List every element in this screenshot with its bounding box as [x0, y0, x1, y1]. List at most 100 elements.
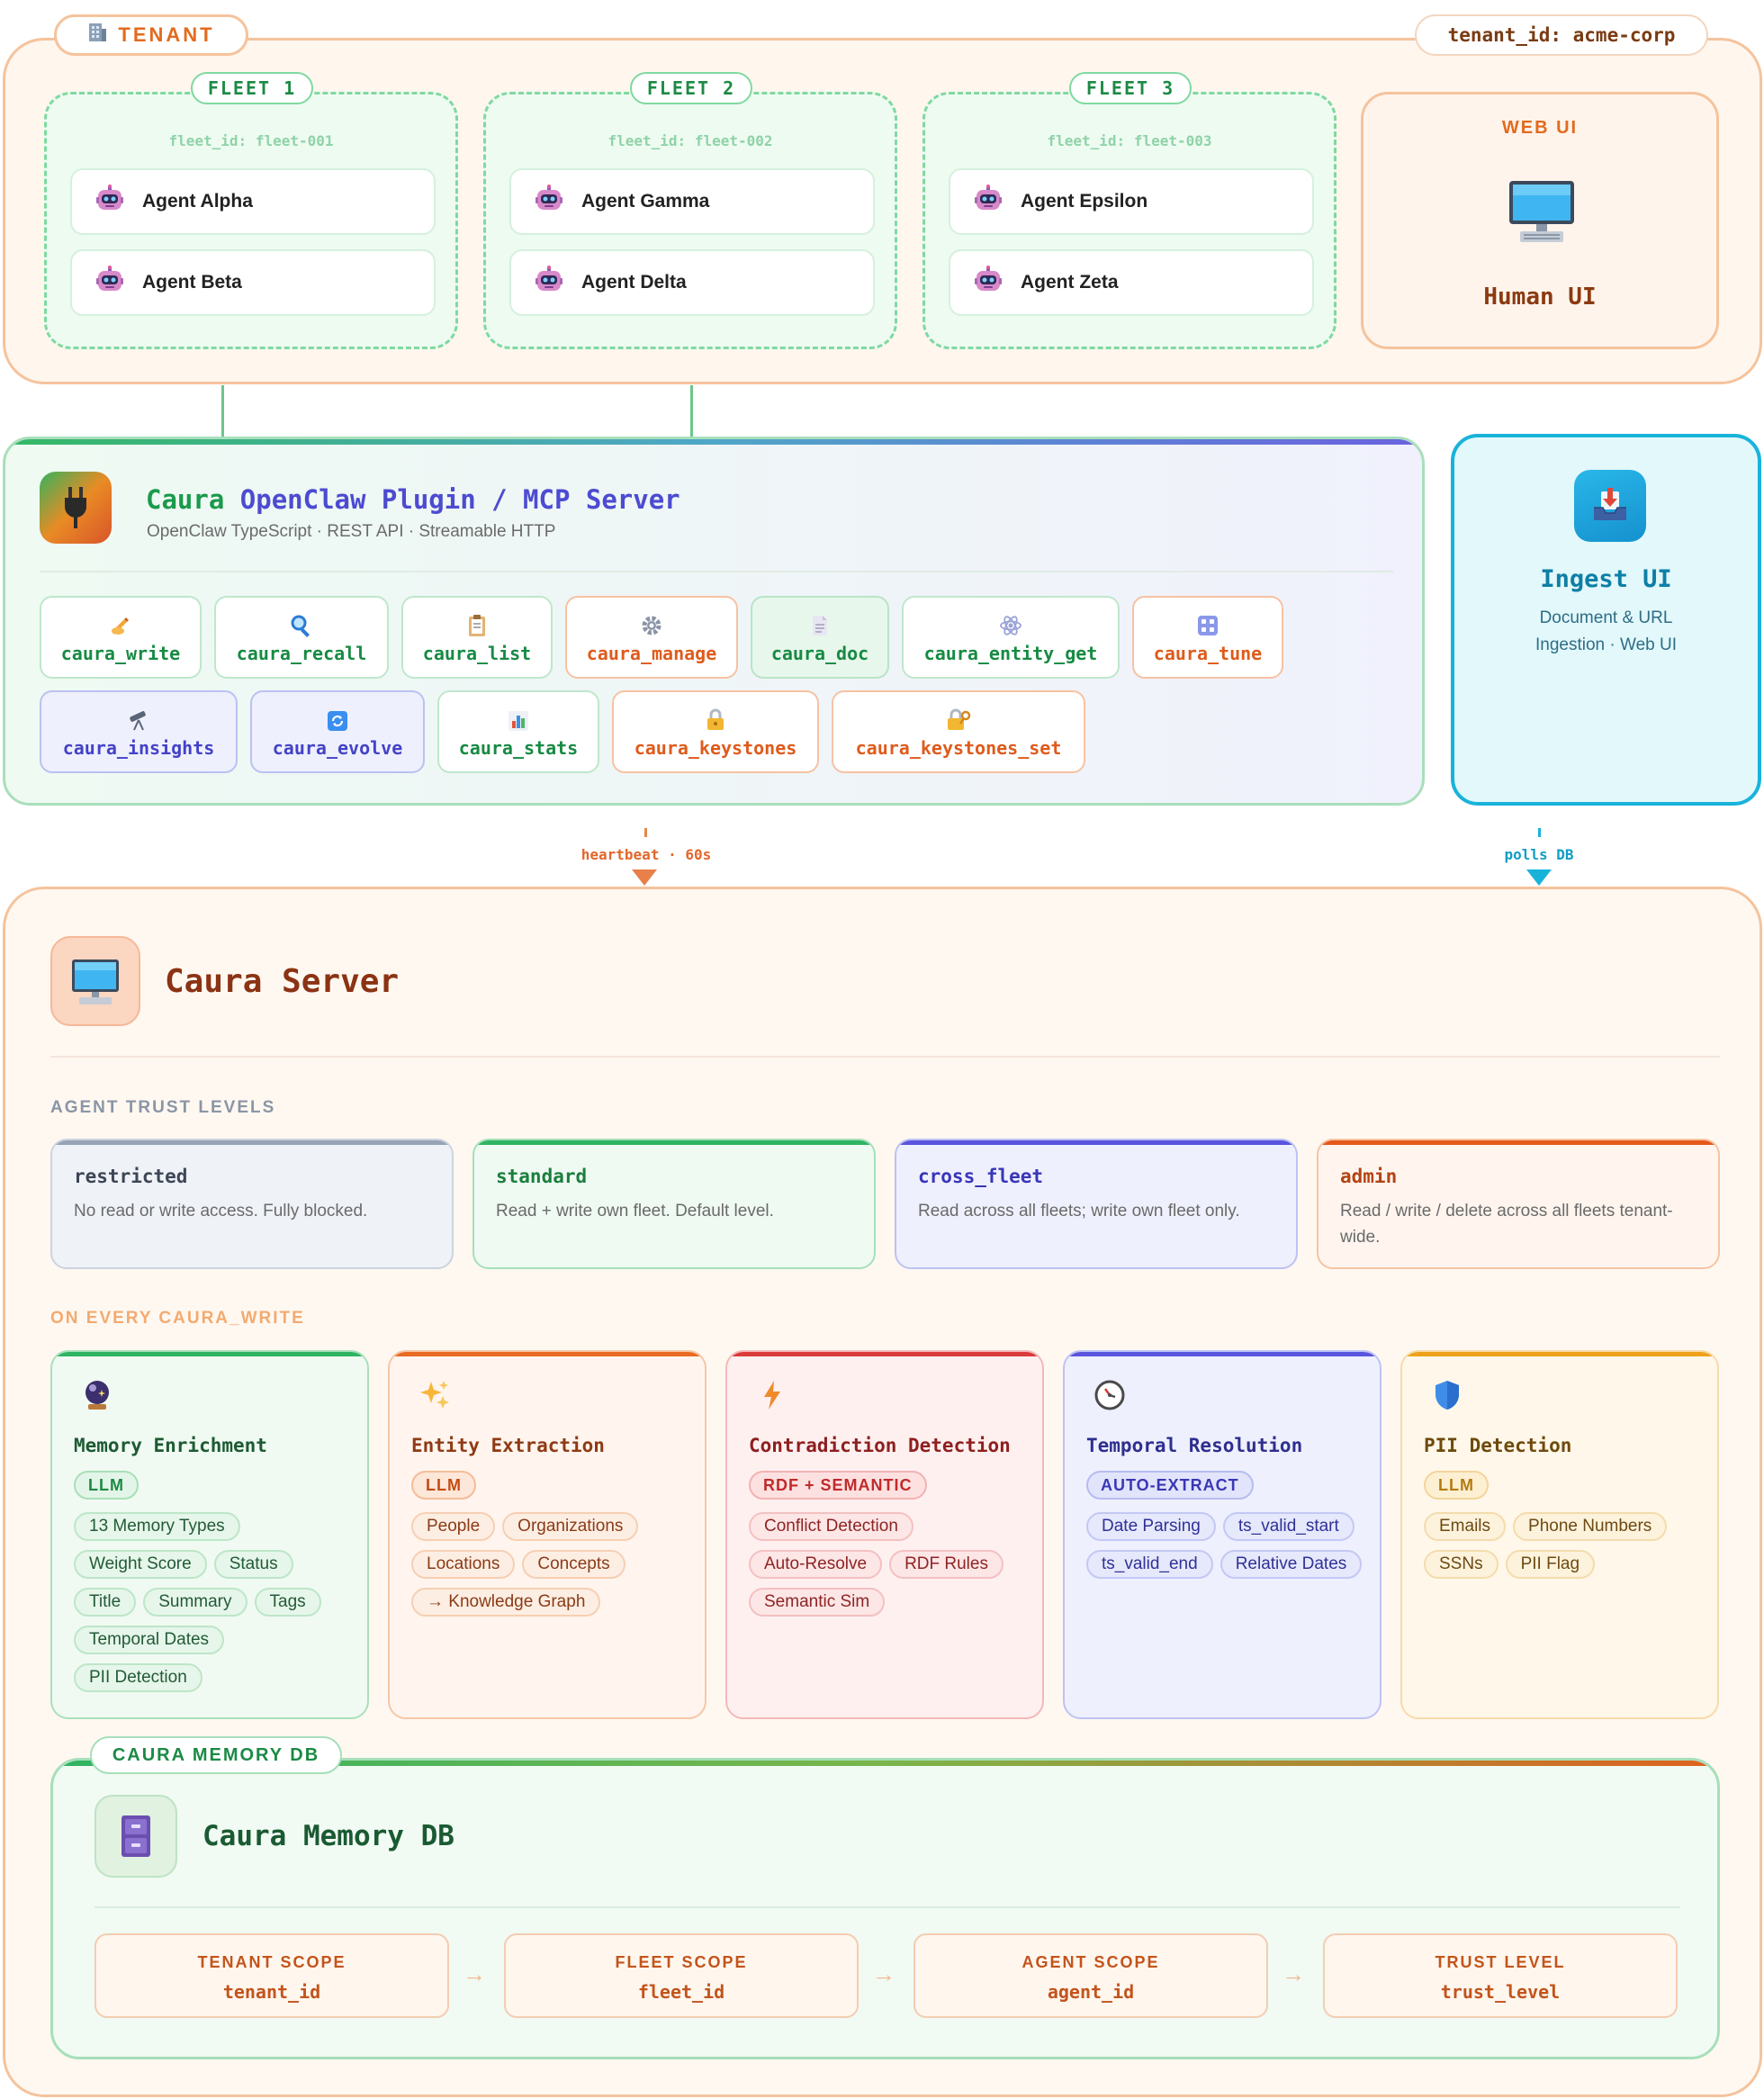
- tool-label: caura_tune: [1153, 643, 1263, 664]
- tag: Title: [74, 1588, 137, 1617]
- trust-level-standard[interactable]: standard Read + write own fleet. Default…: [472, 1139, 876, 1269]
- telescope-icon: [127, 705, 150, 732]
- lightning-icon: [754, 1377, 790, 1413]
- accent-bar: [1402, 1352, 1717, 1356]
- process-tags: People Organizations Locations Concepts …: [411, 1512, 692, 1617]
- process-name: PII Detection: [1424, 1435, 1572, 1456]
- process-name: Memory Enrichment: [74, 1435, 267, 1456]
- plugin-panel: Caura OpenClaw Plugin / MCP Server OpenC…: [3, 437, 1425, 806]
- tag: RDF Rules: [889, 1550, 1004, 1579]
- process-contradiction-detection[interactable]: Contradiction Detection RDF + SEMANTIC C…: [725, 1350, 1044, 1719]
- agent-card[interactable]: Agent Epsilon: [949, 168, 1314, 235]
- tag: Relative Dates: [1220, 1550, 1363, 1579]
- tag: Emails: [1424, 1512, 1507, 1541]
- robot-icon: [95, 185, 124, 219]
- process-badge: LLM: [411, 1471, 476, 1500]
- trust-level-cross-fleet[interactable]: cross_fleet Read across all fleets; writ…: [895, 1139, 1298, 1269]
- tenant-id-badge: tenant_id: acme-corp: [1415, 14, 1708, 56]
- fleet-1-box: fleet_id: fleet-001 Agent Alpha Agent Be…: [44, 92, 458, 349]
- trust-level-description: Read / write / delete across all fleets …: [1340, 1202, 1673, 1247]
- refresh-icon: [327, 705, 348, 732]
- db-label: CAURA MEMORY DB: [90, 1736, 342, 1774]
- ingest-ui-panel[interactable]: Ingest UI Document & URL Ingestion · Web…: [1451, 434, 1761, 806]
- tool-caura-doc[interactable]: caura_doc: [751, 596, 889, 679]
- inbox-tray-icon: [1574, 470, 1646, 542]
- scope-tenant[interactable]: TENANT SCOPE tenant_id: [94, 1933, 449, 2018]
- robot-icon: [95, 266, 124, 300]
- fleet-3-box: fleet_id: fleet-003 Agent Epsilon Agent …: [922, 92, 1336, 349]
- agent-card[interactable]: Agent Gamma: [509, 168, 875, 235]
- divider: [94, 1906, 1680, 1908]
- accent-bar: [1065, 1352, 1380, 1356]
- robot-icon: [974, 185, 1003, 219]
- divider: [50, 1056, 1720, 1058]
- agent-name: Agent Delta: [581, 272, 687, 293]
- plugin-subtitle: OpenClaw TypeScript · REST API · Streama…: [147, 522, 556, 541]
- web-ui-box[interactable]: WEB UI Human UI: [1361, 92, 1719, 349]
- tool-caura-list[interactable]: caura_list: [401, 596, 553, 679]
- scope-heading: FLEET SCOPE: [615, 1953, 748, 1971]
- tool-caura-entity-get[interactable]: caura_entity_get: [902, 596, 1120, 679]
- grid-icon: [1196, 610, 1220, 637]
- tag: Date Parsing: [1086, 1512, 1216, 1541]
- agent-card[interactable]: Agent Beta: [70, 249, 436, 316]
- process-tags: Date Parsing ts_valid_start ts_valid_end…: [1086, 1512, 1367, 1579]
- process-temporal-resolution[interactable]: Temporal Resolution AUTO-EXTRACT Date Pa…: [1063, 1350, 1382, 1719]
- process-entity-extraction[interactable]: Entity Extraction LLM People Organizatio…: [388, 1350, 706, 1719]
- tenant-label-text: TENANT: [118, 23, 215, 46]
- memory-db-panel: Caura Memory DB TENANT SCOPE tenant_id →…: [50, 1758, 1720, 2059]
- tag: ts_valid_start: [1222, 1512, 1354, 1541]
- tool-caura-tune[interactable]: caura_tune: [1132, 596, 1283, 679]
- tag: Conflict Detection: [749, 1512, 914, 1541]
- tool-label: caura_evolve: [272, 737, 403, 759]
- agent-card[interactable]: Agent Zeta: [949, 249, 1314, 316]
- agent-card[interactable]: Agent Delta: [509, 249, 875, 316]
- robot-icon: [974, 266, 1003, 300]
- process-badge: LLM: [74, 1471, 139, 1500]
- agent-card[interactable]: Agent Alpha: [70, 168, 436, 235]
- bar-chart-icon: [508, 705, 529, 732]
- tag: Status: [213, 1550, 293, 1579]
- writing-hand-icon: [109, 610, 132, 637]
- trust-level-name: restricted: [74, 1166, 188, 1187]
- divider: [40, 571, 1394, 572]
- tool-label: caura_write: [60, 643, 181, 664]
- tool-caura-manage[interactable]: caura_manage: [565, 596, 738, 679]
- tag: PII Flag: [1505, 1550, 1596, 1579]
- process-memory-enrichment[interactable]: Memory Enrichment LLM 13 Memory Types We…: [50, 1350, 369, 1719]
- tool-caura-keystones[interactable]: caura_keystones: [612, 690, 819, 773]
- tool-label: caura_list: [422, 643, 532, 664]
- tool-caura-insights[interactable]: caura_insights: [40, 690, 238, 773]
- tool-caura-stats[interactable]: caura_stats: [437, 690, 599, 773]
- scope-fleet[interactable]: FLEET SCOPE fleet_id: [504, 1933, 859, 2018]
- tag: Tags: [254, 1588, 321, 1617]
- plugin-title: Caura OpenClaw Plugin / MCP Server: [146, 484, 680, 515]
- tool-label: caura_keystones_set: [855, 737, 1062, 759]
- agent-name: Agent Beta: [142, 272, 242, 293]
- tool-caura-keystones-set[interactable]: caura_keystones_set: [832, 690, 1085, 773]
- tool-caura-write[interactable]: caura_write: [40, 596, 202, 679]
- building-icon: [87, 22, 107, 49]
- trust-level-name: cross_fleet: [918, 1166, 1044, 1187]
- tool-label: caura_manage: [586, 643, 717, 664]
- arrow-right-icon: →: [463, 1960, 486, 1987]
- ingest-description: Document & URL Ingestion · Web UI: [1454, 605, 1758, 659]
- fleet-2-label: FLEET 2: [630, 72, 752, 104]
- write-section-heading: ON EVERY CAURA_WRITE: [50, 1309, 305, 1328]
- scope-trust-level[interactable]: TRUST LEVEL trust_level: [1323, 1933, 1678, 2018]
- trust-level-admin[interactable]: admin Read / write / delete across all f…: [1317, 1139, 1720, 1269]
- process-badge: RDF + SEMANTIC: [749, 1471, 927, 1500]
- scope-agent[interactable]: AGENT SCOPE agent_id: [914, 1933, 1268, 2018]
- agent-name: Agent Epsilon: [1021, 191, 1148, 212]
- tag: Weight Score: [74, 1550, 207, 1579]
- plug-icon: [40, 472, 112, 544]
- process-name: Contradiction Detection: [749, 1435, 1011, 1456]
- process-pii-detection[interactable]: PII Detection LLM Emails Phone Numbers S…: [1400, 1350, 1719, 1719]
- tag: SSNs: [1424, 1550, 1498, 1579]
- tool-caura-evolve[interactable]: caura_evolve: [250, 690, 425, 773]
- tool-caura-recall[interactable]: caura_recall: [214, 596, 389, 679]
- trust-level-restricted[interactable]: restricted No read or write access. Full…: [50, 1139, 454, 1269]
- robot-icon: [535, 185, 563, 219]
- trust-section-heading: AGENT TRUST LEVELS: [50, 1098, 276, 1117]
- tag: People: [411, 1512, 496, 1541]
